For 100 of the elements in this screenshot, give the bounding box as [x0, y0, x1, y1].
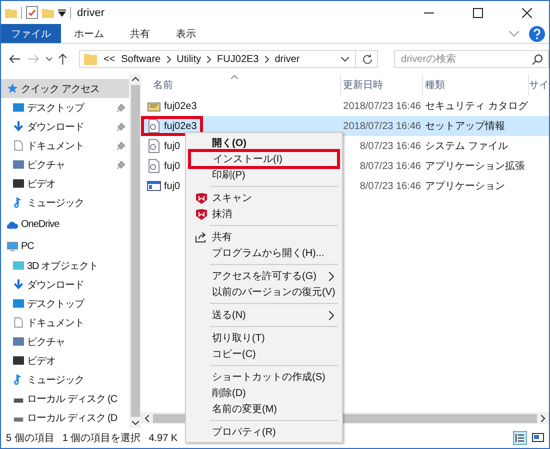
chevron-right-icon[interactable]	[264, 56, 269, 62]
breadcrumb-segment[interactable]: driver	[274, 54, 300, 64]
sidebar-item[interactable]: ピクチャ	[1, 155, 129, 174]
menu-item[interactable]: ショートカットの作成(S)	[188, 369, 340, 385]
sidebar-item[interactable]: OneDrive	[1, 215, 129, 234]
breadcrumb-segment[interactable]: FUJ02E3	[217, 54, 259, 64]
pin-icon[interactable]	[117, 104, 125, 112]
ribbon-tab[interactable]: 表示	[163, 24, 209, 43]
desktop-icon	[13, 102, 24, 113]
settings-file-icon	[147, 159, 161, 173]
menu-item[interactable]: 共有	[188, 229, 340, 245]
cloud-icon	[7, 219, 18, 230]
application-file-icon	[147, 179, 161, 193]
menu-item[interactable]: インストール(I)	[188, 149, 340, 169]
sidebar-item[interactable]: PC	[1, 237, 129, 256]
sidebar-item[interactable]: ダウンロード	[1, 275, 129, 294]
dropdown-icon[interactable]	[58, 8, 66, 16]
menu-item[interactable]: スキャン	[188, 190, 340, 206]
column-header[interactable]: 更新日時	[341, 74, 423, 96]
chevron-right-icon[interactable]	[207, 56, 212, 62]
help-icon[interactable]	[529, 26, 545, 42]
close-icon[interactable]	[522, 8, 532, 18]
sidebar-item[interactable]: ビデオ	[1, 174, 129, 193]
menu-item[interactable]: プログラムから開く(H)...	[188, 245, 340, 261]
chevron-down-icon[interactable]	[46, 57, 52, 61]
menu-item[interactable]: 抹消	[188, 206, 340, 222]
menu-item[interactable]: コピー(C)	[188, 346, 340, 362]
file-name-cell[interactable]: fuj0	[141, 156, 186, 176]
menu-item[interactable]: プロパティ(R)	[188, 424, 340, 440]
maximize-icon[interactable]	[473, 8, 483, 18]
menu-item[interactable]: 開く(O)	[188, 135, 340, 151]
back-arrow-icon[interactable]	[9, 54, 20, 64]
scroll-up-icon[interactable]	[132, 77, 138, 81]
column-header[interactable]: サイ	[529, 74, 549, 96]
address-bar[interactable]: << Software Utility FUJ02E3 driver	[79, 50, 378, 68]
window-title: driver	[77, 6, 105, 18]
file-name-cell[interactable]: fuj0	[141, 136, 186, 156]
menu-item[interactable]: 以前のバージョンの復元(V)	[188, 284, 340, 300]
scroll-down-icon[interactable]	[132, 421, 138, 425]
modified-date: 8/07/23 16:46	[358, 160, 422, 172]
chevron-right-icon	[329, 310, 334, 320]
selection-info: 1 個の項目を選択	[62, 432, 141, 445]
sidebar-item[interactable]: ドキュメント	[1, 313, 129, 332]
pin-icon[interactable]	[117, 142, 125, 150]
pin-icon[interactable]	[117, 122, 125, 130]
column-header[interactable]: 種類	[423, 74, 529, 96]
sidebar-item[interactable]: ローカル ディスク (D	[1, 408, 129, 427]
menu-item[interactable]: 切り取り(T)	[188, 330, 340, 346]
breadcrumb-segment[interactable]: Software	[121, 54, 161, 64]
large-icons-view-icon[interactable]	[531, 431, 545, 445]
sidebar-item[interactable]: ミュージック	[1, 370, 129, 389]
properties-icon[interactable]	[26, 6, 38, 19]
file-type: セキュリティ カタログ	[424, 100, 529, 113]
menu-item[interactable]: アクセスを許可する(G)	[188, 268, 340, 284]
item-count: 5 個の項目	[6, 432, 54, 445]
modified-date: 2018/07/23 16:46	[342, 120, 422, 132]
sidebar-item[interactable]: ビデオ	[1, 351, 129, 370]
selection-size: 4.97 K	[148, 432, 178, 444]
sidebar-item[interactable]: クイック アクセス	[1, 79, 129, 98]
download-icon	[13, 279, 24, 290]
menu-item[interactable]: 削除(D)	[188, 385, 340, 401]
sidebar-item[interactable]: ドキュメント	[1, 136, 129, 155]
chevron-right-icon[interactable]	[166, 56, 171, 62]
sidebar-item[interactable]: ミュージック	[1, 193, 129, 212]
up-arrow-icon[interactable]	[58, 53, 68, 65]
share-icon	[195, 232, 207, 242]
menu-item[interactable]: 送る(N)	[188, 307, 340, 323]
ribbon-tab[interactable]: ファイル	[1, 24, 61, 43]
chevron-down-icon[interactable]	[341, 56, 350, 62]
vertical-scrollbar[interactable]	[129, 74, 141, 428]
file-name-cell[interactable]: fuj02e3	[141, 96, 203, 116]
settings-file-icon	[147, 119, 161, 133]
menu-item[interactable]: 名前の変更(M)	[188, 401, 340, 417]
scrollbar-thumb[interactable]	[130, 85, 140, 417]
breadcrumb-segment[interactable]: Utility	[176, 54, 202, 64]
sidebar-item[interactable]: ピクチャ	[1, 332, 129, 351]
menu-item[interactable]: 印刷(P)	[188, 167, 340, 183]
modified-date: 8/07/23 16:46	[358, 140, 422, 152]
pin-icon[interactable]	[117, 160, 125, 168]
download-icon	[13, 121, 24, 132]
ribbon-tab[interactable]: ホーム	[61, 24, 117, 43]
sidebar-item[interactable]: ダウンロード	[1, 117, 129, 136]
column-header[interactable]: 名前	[141, 74, 341, 96]
modified-date: 2018/07/23 16:46	[342, 100, 422, 112]
folder-icon	[84, 53, 98, 65]
search-field[interactable]: driverの検索	[394, 50, 549, 68]
shield-icon	[196, 192, 206, 204]
scroll-left-icon[interactable]	[145, 414, 149, 422]
details-view-icon[interactable]	[513, 431, 527, 445]
sidebar-item[interactable]: ローカル ディスク (C	[1, 389, 129, 408]
ribbon-tab[interactable]: 共有	[117, 24, 163, 43]
file-type: アプリケーション拡張	[424, 160, 526, 173]
sidebar-item[interactable]: 3D オブジェクト	[1, 256, 129, 275]
scroll-right-icon[interactable]	[541, 414, 545, 422]
breadcrumb-overflow[interactable]: <<	[103, 54, 116, 64]
sidebar-item[interactable]: デスクトップ	[1, 294, 129, 313]
refresh-icon[interactable]	[362, 54, 374, 64]
sidebar-item[interactable]: デスクトップ	[1, 98, 129, 117]
file-name-cell[interactable]: fuj0	[141, 176, 186, 196]
search-icon[interactable]	[532, 54, 544, 65]
